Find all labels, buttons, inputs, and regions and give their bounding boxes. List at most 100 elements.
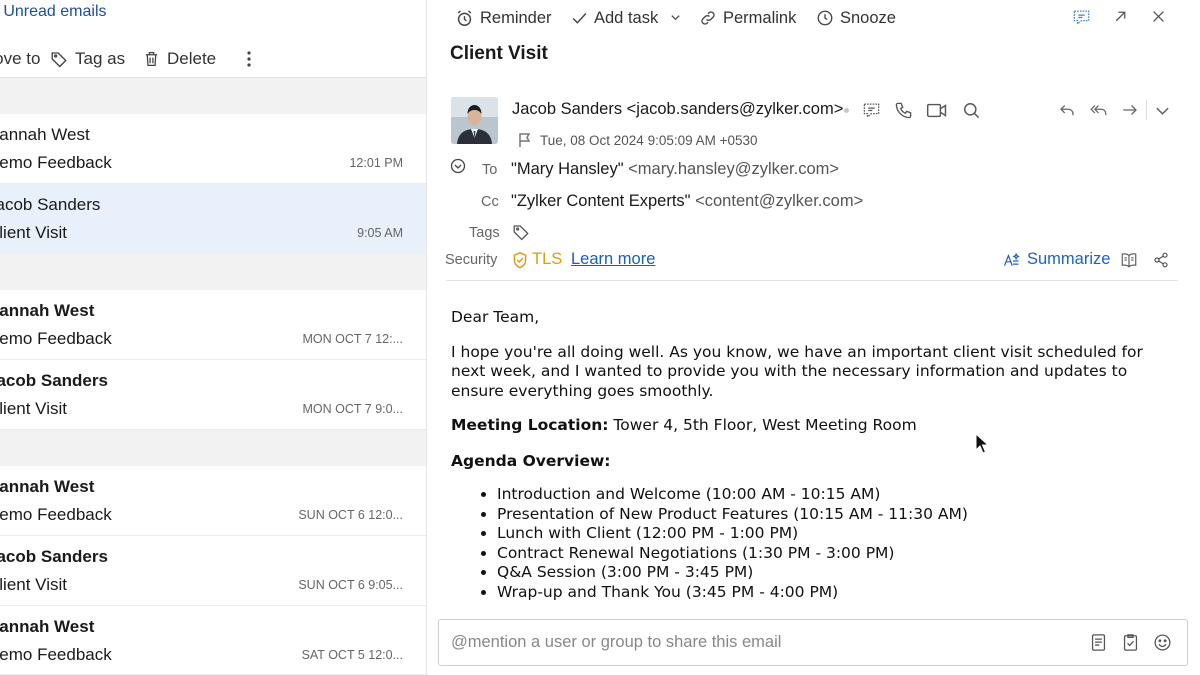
summarize-label: Summarize — [1027, 250, 1111, 268]
move-to-label: Move to — [0, 49, 41, 68]
notes-button[interactable] — [1090, 633, 1107, 652]
email-subject: Client Visit — [450, 43, 548, 64]
chat-button[interactable] — [862, 101, 881, 120]
tls-badge: TLS — [512, 250, 562, 269]
reply-all-icon — [1090, 105, 1107, 116]
date-group-separator — [0, 254, 426, 290]
reminder-label: Reminder — [480, 8, 552, 27]
separator-dot — [844, 108, 849, 113]
to-recipient[interactable]: "Mary Hansley" <mary.hansley@zylker.com> — [511, 160, 839, 179]
chat-bubble-icon — [1073, 10, 1090, 26]
header-divider — [1146, 100, 1147, 120]
agenda-title: Agenda Overview: — [451, 451, 611, 470]
snooze-button[interactable]: Snooze — [816, 7, 896, 29]
task-button[interactable] — [1122, 633, 1139, 652]
video-call-button[interactable] — [926, 101, 948, 120]
list-item-sender: Hannah West — [0, 301, 95, 320]
share-button[interactable] — [1153, 252, 1169, 268]
expand-recipients-toggle[interactable] — [450, 158, 466, 174]
security-label: Security — [445, 252, 498, 268]
intro-paragraph: I hope you're all doing well. As you kno… — [451, 342, 1143, 400]
move-to-button[interactable]: Move to — [0, 48, 40, 70]
summarize-button[interactable]: Summarize — [1002, 250, 1110, 269]
smiley-icon — [1154, 634, 1171, 651]
list-item-selected[interactable]: Jacob Sanders Client Visit 9:05 AM — [0, 184, 426, 254]
header-body-divider — [446, 280, 1178, 281]
greeting-text: Dear Team, — [451, 308, 540, 326]
phone-icon — [895, 102, 912, 119]
tags-label: Tags — [469, 225, 500, 241]
reply-all-button[interactable] — [1089, 101, 1108, 119]
more-options-button[interactable] — [243, 48, 262, 70]
list-item-subject: Demo Feedback — [0, 329, 112, 348]
snooze-label: Snooze — [840, 8, 896, 27]
clipboard-check-icon — [1123, 634, 1138, 651]
to-recipient-name: "Mary Hansley" — [511, 160, 624, 178]
agenda-item: Introduction and Welcome (10:00 AM - 10:… — [497, 485, 1171, 505]
sender-name-email[interactable]: Jacob Sanders <jacob.sanders@zylker.com> — [512, 100, 843, 119]
cc-label: Cc — [481, 194, 499, 210]
add-task-dropdown[interactable] — [670, 12, 681, 23]
list-item-time: MON OCT 7 12:... — [302, 332, 404, 346]
agenda-item: Presentation of New Product Features (10… — [497, 505, 1171, 525]
link-icon — [701, 11, 715, 25]
close-button[interactable] — [1150, 8, 1167, 25]
list-item-time: 9:05 AM — [357, 226, 403, 240]
checkmark-icon — [572, 12, 587, 24]
flag-icon — [519, 133, 531, 147]
list-item-time: 12:01 PM — [349, 156, 403, 170]
delete-button[interactable]: Delete — [143, 48, 216, 70]
meeting-location: Meeting Location: Tower 4, 5th Floor, We… — [451, 416, 1171, 436]
tag-as-button[interactable]: Tag as — [50, 48, 125, 70]
tag-icon — [51, 52, 67, 68]
agenda-list: Introduction and Welcome (10:00 AM - 10:… — [497, 485, 1171, 602]
list-item-subject: Demo Feedback — [0, 153, 112, 172]
mention-input[interactable] — [439, 620, 1059, 665]
cc-recipient-name: "Zylker Content Experts" — [511, 192, 691, 210]
close-icon — [1153, 11, 1164, 22]
unread-emails-link[interactable]: 3 Unread emails — [0, 3, 107, 21]
tls-label: TLS — [532, 250, 563, 268]
flag-button[interactable] — [518, 132, 532, 148]
reply-button[interactable] — [1058, 101, 1076, 119]
cc-recipient[interactable]: "Zylker Content Experts" <content@zylker… — [511, 192, 863, 211]
add-task-button[interactable]: Add task — [571, 7, 658, 29]
chat-bubble-icon — [863, 103, 880, 119]
list-item-subject: Demo Feedback — [0, 645, 112, 664]
list-item[interactable]: Jacob Sanders Client Visit MON OCT 7 9:0… — [0, 360, 426, 430]
list-item[interactable]: Hannah West Demo Feedback 12:01 PM — [0, 114, 426, 184]
list-item-sender: Jacob Sanders — [0, 547, 108, 566]
forward-button[interactable] — [1121, 101, 1139, 119]
list-item[interactable]: Jacob Sanders Client Visit SUN OCT 6 9:0… — [0, 536, 426, 606]
popout-button[interactable] — [1112, 8, 1129, 25]
add-task-label: Add task — [594, 8, 659, 27]
notes-icon — [1091, 634, 1106, 651]
reminder-button[interactable]: Reminder — [455, 7, 552, 29]
alarm-clock-icon — [457, 9, 472, 26]
search-button[interactable] — [962, 101, 981, 120]
list-item-time: SUN OCT 6 9:05... — [298, 578, 403, 592]
ai-summarize-icon — [1003, 252, 1020, 266]
emoji-button[interactable] — [1153, 633, 1172, 652]
comments-button[interactable] — [1072, 8, 1091, 27]
list-item-sender: Jacob Sanders — [0, 371, 108, 390]
forward-arrow-icon — [1123, 105, 1137, 115]
list-item[interactable]: Hannah West Demo Feedback MON OCT 7 12:.… — [0, 290, 426, 360]
list-item[interactable]: Hannah West Demo Feedback SAT OCT 5 12:0… — [0, 606, 426, 675]
delete-label: Delete — [167, 49, 217, 68]
agenda-item: Q&A Session (3:00 PM - 3:45 PM) — [497, 563, 1171, 583]
more-actions-dropdown[interactable] — [1155, 104, 1170, 118]
list-item-subject: Demo Feedback — [0, 505, 112, 524]
call-button[interactable] — [894, 101, 913, 120]
share-icon — [1154, 252, 1168, 268]
permalink-button[interactable]: Permalink — [699, 7, 796, 29]
learn-more-link[interactable]: Learn more — [571, 250, 655, 269]
open-book-icon — [1121, 253, 1137, 268]
list-item[interactable]: Hannah West Demo Feedback SUN OCT 6 12:0… — [0, 466, 426, 536]
reply-icon — [1060, 105, 1074, 116]
add-tag-button[interactable] — [512, 223, 530, 241]
agenda-item: Wrap-up and Thank You (3:45 PM - 4:00 PM… — [497, 583, 1171, 603]
mention-composer — [438, 619, 1188, 666]
reader-view-button[interactable] — [1120, 252, 1138, 268]
list-item-sender: Jacob Sanders — [0, 195, 101, 214]
